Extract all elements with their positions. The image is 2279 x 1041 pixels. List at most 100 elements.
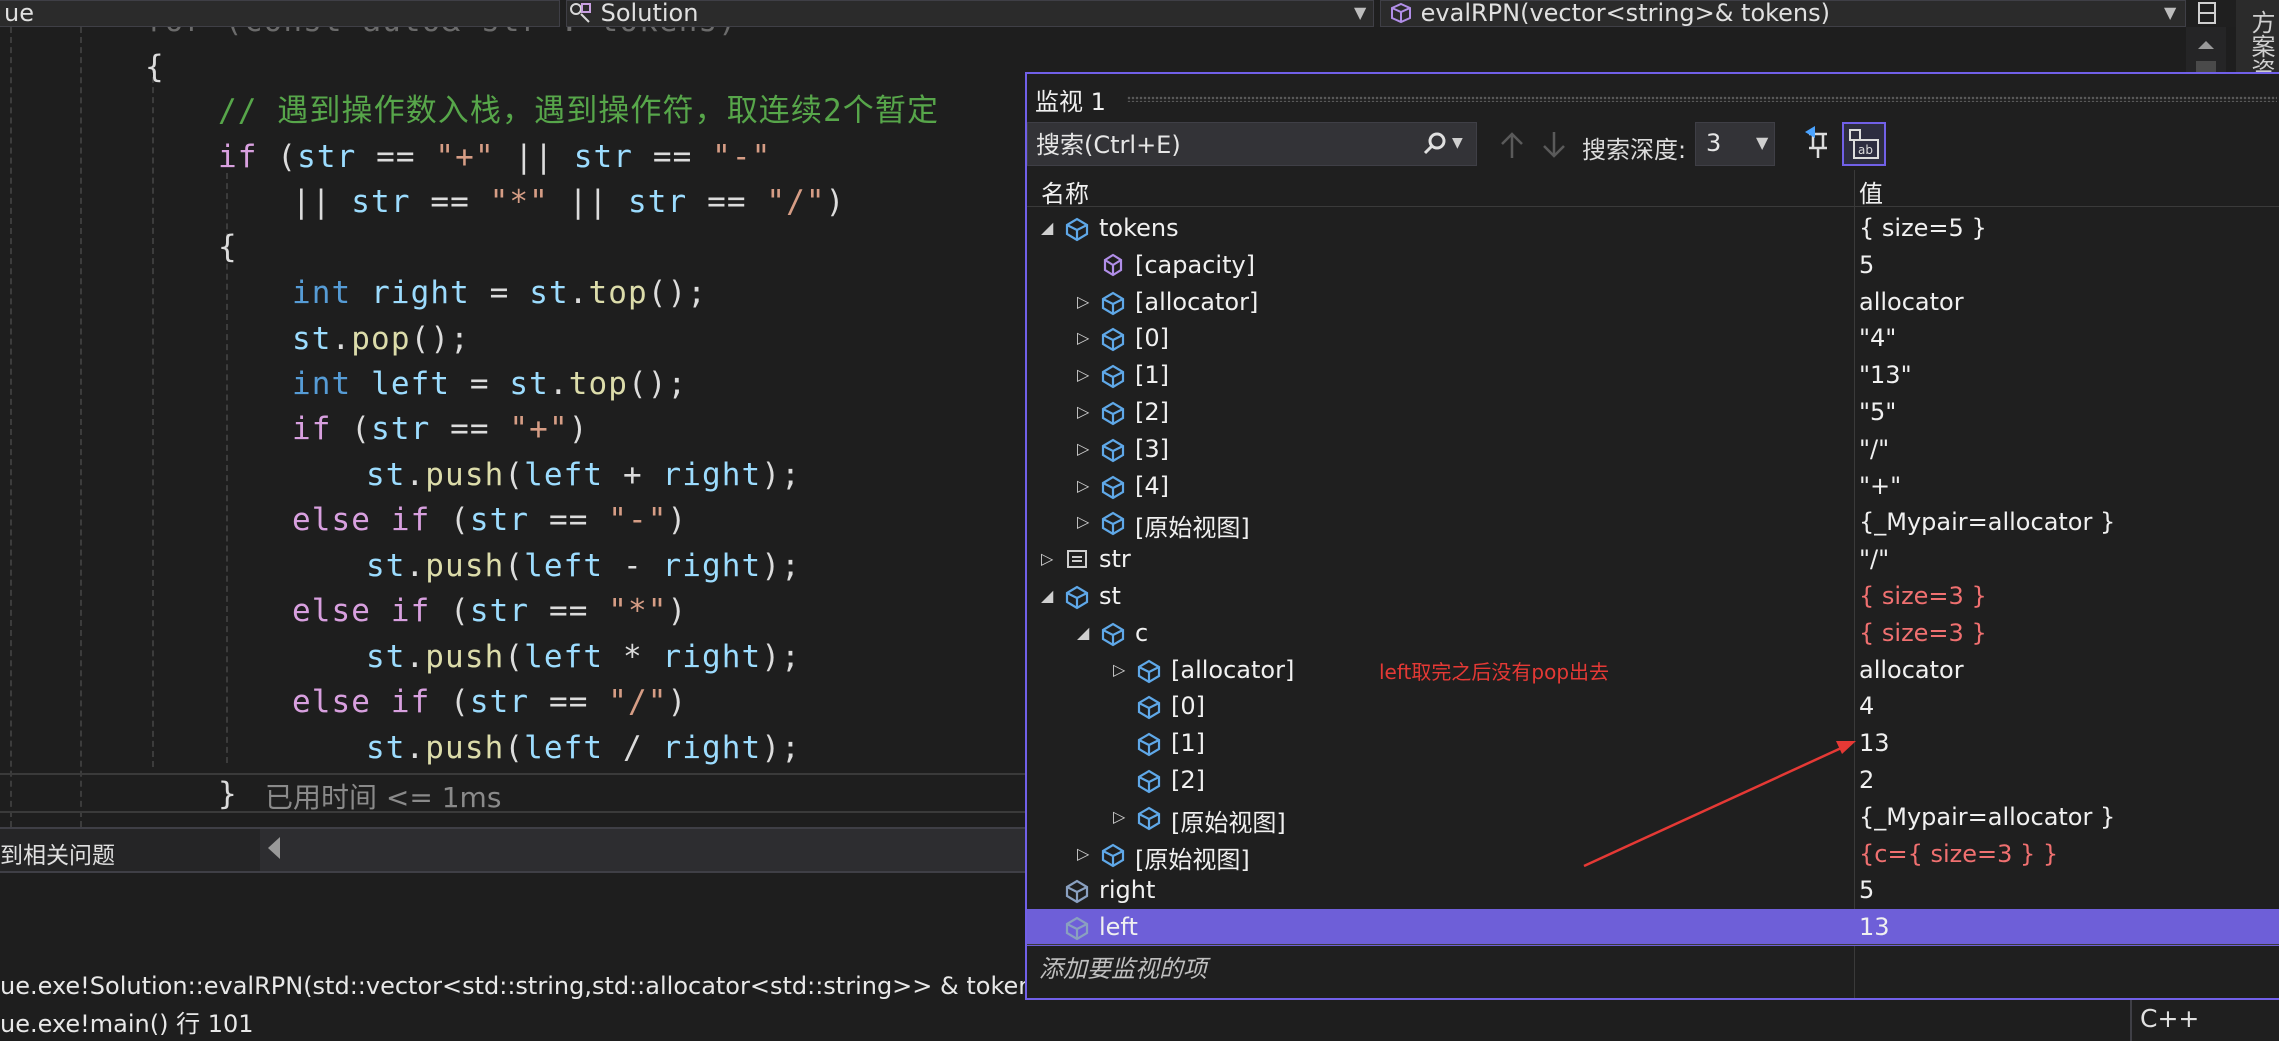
watch-row-value[interactable]: "5" xyxy=(1859,398,1896,426)
watch-row[interactable]: ◢ tokens { size=5 } xyxy=(1027,210,2279,247)
watch-title[interactable]: 监视 1 xyxy=(1035,82,1106,117)
watch-row-value[interactable]: 5 xyxy=(1859,876,1874,904)
watch-row-value[interactable]: "/" xyxy=(1859,435,1889,463)
watch-row-value[interactable]: "+" xyxy=(1859,472,1901,500)
class-combo-chevron-icon[interactable]: ▼ xyxy=(1354,0,1366,25)
split-editor-button[interactable] xyxy=(2190,0,2224,27)
add-watch-row[interactable]: 添加要监视的项 xyxy=(1027,944,2279,983)
watch-row-value[interactable]: allocator xyxy=(1859,288,1964,316)
search-next-icon[interactable] xyxy=(1537,128,1571,162)
watch-row[interactable]: ▷ str "/" xyxy=(1027,541,2279,578)
watch-row[interactable]: ▷ [1] "13" xyxy=(1027,357,2279,394)
watch-row-name[interactable]: right xyxy=(1099,876,1155,904)
watch-row[interactable]: ▷ [0] "4" xyxy=(1027,320,2279,357)
watch-row-value[interactable]: 5 xyxy=(1859,251,1874,279)
watch-row-value[interactable]: allocator xyxy=(1859,656,1964,684)
project-combo[interactable]: ue xyxy=(0,0,560,27)
watch-row-name[interactable]: [1] xyxy=(1135,361,1169,389)
expand-triangle-icon[interactable]: ▷ xyxy=(1077,402,1089,421)
search-depth-select[interactable]: 3 ▼ xyxy=(1695,122,1775,166)
watch-row-name[interactable]: [allocator] xyxy=(1135,288,1258,316)
call-stack-frame[interactable]: ue.exe!Solution::evalRPN(std::vector<std… xyxy=(0,966,1110,1001)
watch-row-name[interactable]: str xyxy=(1099,545,1131,573)
collapse-triangle-icon[interactable]: ◢ xyxy=(1041,586,1053,605)
watch-row[interactable]: [2] 2 xyxy=(1027,762,2279,799)
column-header-value[interactable]: 值 xyxy=(1859,174,1883,209)
expand-triangle-icon[interactable]: ▷ xyxy=(1077,476,1089,495)
watch-row[interactable]: ▷ [3] "/" xyxy=(1027,431,2279,468)
title-grip[interactable] xyxy=(1127,96,2277,102)
watch-row[interactable]: ▷ [allocator] allocator xyxy=(1027,284,2279,321)
watch-row-name[interactable]: [capacity] xyxy=(1135,251,1255,279)
expand-triangle-icon[interactable]: ▷ xyxy=(1077,844,1089,863)
watch-row-value[interactable]: {_Mypair=allocator } xyxy=(1859,508,2115,536)
watch-row[interactable]: ◢ c { size=3 } xyxy=(1027,615,2279,652)
watch-row-name[interactable]: [4] xyxy=(1135,472,1169,500)
watch-row[interactable]: [capacity] 5 xyxy=(1027,247,2279,284)
pin-button[interactable] xyxy=(1797,122,1841,166)
expand-triangle-icon[interactable]: ▷ xyxy=(1077,328,1089,347)
watch-row-value[interactable]: "4" xyxy=(1859,324,1896,352)
error-strip-label[interactable]: 到相关问题 xyxy=(0,836,115,870)
expand-triangle-icon[interactable]: ▷ xyxy=(1077,292,1089,311)
watch-row-name[interactable]: tokens xyxy=(1099,214,1179,242)
watch-row[interactable]: ▷ [原始视图] {c={ size=3 } } xyxy=(1027,836,2279,874)
watch-row[interactable]: ◢ st { size=3 } xyxy=(1027,578,2279,615)
scroll-left-arrow-icon[interactable] xyxy=(268,837,280,859)
watch-row-name[interactable]: [2] xyxy=(1171,766,1205,794)
column-header-name[interactable]: 名称 xyxy=(1041,174,1089,209)
method-combo[interactable]: evalRPN(vector<string>& tokens) xyxy=(1380,0,2186,27)
watch-row-value[interactable]: {_Mypair=allocator } xyxy=(1859,803,2115,831)
watch-row[interactable]: [1] 13 xyxy=(1027,725,2279,762)
watch-row[interactable]: right 5 xyxy=(1027,872,2279,909)
watch-row[interactable]: ▷ [allocator] allocator xyxy=(1027,652,2279,689)
watch-row[interactable]: ▷ [4] "+" xyxy=(1027,468,2279,505)
class-combo[interactable]: Solution xyxy=(566,0,1374,27)
watch-row-value[interactable]: 4 xyxy=(1859,692,1874,720)
call-stack-frame[interactable]: ue.exe!main() 行 101 xyxy=(0,1004,254,1039)
code-editor[interactable]: for (const auto& str : tokens) { // 遇到操作… xyxy=(0,27,1025,827)
watch-row[interactable]: ▷ [原始视图] {_Mypair=allocator } xyxy=(1027,799,2279,838)
watch-row-value[interactable]: "13" xyxy=(1859,361,1912,389)
watch-search-input[interactable] xyxy=(1034,127,1408,163)
hex-display-toggle[interactable]: ab xyxy=(1842,122,1886,166)
expand-triangle-icon[interactable]: ▷ xyxy=(1113,807,1125,826)
watch-row[interactable]: left 13 xyxy=(1027,909,2279,947)
expand-triangle-icon[interactable]: ▷ xyxy=(1077,439,1089,458)
watch-row-name[interactable]: [0] xyxy=(1171,692,1205,720)
watch-row-name[interactable]: [2] xyxy=(1135,398,1169,426)
search-previous-icon[interactable] xyxy=(1495,128,1529,162)
watch-row-value[interactable]: "/" xyxy=(1859,545,1889,573)
watch-row-value[interactable]: {c={ size=3 } } xyxy=(1859,840,2058,868)
watch-row-value[interactable]: { size=3 } xyxy=(1859,619,1987,647)
collapse-triangle-icon[interactable]: ◢ xyxy=(1077,623,1089,642)
watch-row-name[interactable]: [1] xyxy=(1171,729,1205,757)
expand-triangle-icon[interactable]: ▷ xyxy=(1077,365,1089,384)
search-icon[interactable] xyxy=(1422,131,1448,157)
watch-row-value[interactable]: { size=3 } xyxy=(1859,582,1987,610)
watch-row-name[interactable]: [allocator] xyxy=(1171,656,1294,684)
collapse-triangle-icon[interactable]: ◢ xyxy=(1041,218,1053,237)
watch-row-value[interactable]: { size=5 } xyxy=(1859,214,1987,242)
watch-row[interactable]: [0] 4 xyxy=(1027,688,2279,725)
watch-search-box[interactable]: ▼ xyxy=(1027,122,1477,166)
watch-row-name[interactable]: st xyxy=(1099,582,1121,610)
watch-row-name[interactable]: c xyxy=(1135,619,1148,647)
horizontal-scrollbar[interactable] xyxy=(260,829,1025,871)
watch-row[interactable]: ▷ [原始视图] {_Mypair=allocator } xyxy=(1027,504,2279,543)
method-combo-chevron-icon[interactable]: ▼ xyxy=(2164,0,2176,25)
watch-row-name[interactable]: [0] xyxy=(1135,324,1169,352)
watch-row-name[interactable]: [3] xyxy=(1135,435,1169,463)
watch-row-value[interactable]: 2 xyxy=(1859,766,1874,794)
watch-row[interactable]: ▷ [2] "5" xyxy=(1027,394,2279,431)
watch-row-value[interactable]: 13 xyxy=(1859,729,1890,757)
watch-row-value[interactable]: 13 xyxy=(1859,913,1890,941)
language-status[interactable]: C++ xyxy=(2130,998,2279,1041)
watch-row-name[interactable]: left xyxy=(1099,913,1138,941)
perf-tip[interactable]: 已用时间 <= 1ms xyxy=(265,776,501,816)
search-options-chevron-icon[interactable]: ▼ xyxy=(1452,135,1463,151)
watch-row-name[interactable]: [原始视图] xyxy=(1135,508,1250,543)
watch-row-name[interactable]: [原始视图] xyxy=(1171,803,1286,838)
expand-triangle-icon[interactable]: ▷ xyxy=(1041,549,1053,568)
expand-triangle-icon[interactable]: ▷ xyxy=(1077,512,1089,531)
